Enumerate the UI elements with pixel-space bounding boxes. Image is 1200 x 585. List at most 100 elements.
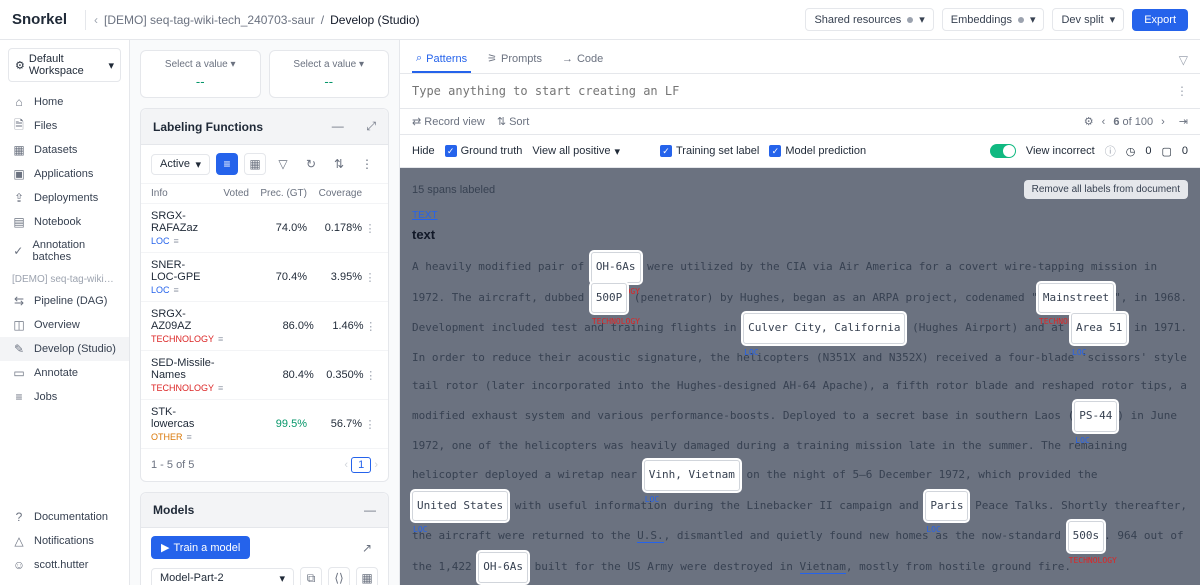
more-icon[interactable]: ⋮: [362, 271, 378, 284]
span-hughes-airport[interactable]: Hughes Airport: [919, 321, 1012, 335]
code-icon[interactable]: ⟨⟩: [328, 567, 350, 585]
nav-home[interactable]: ⌂Home: [0, 90, 129, 114]
span-ah64[interactable]: AH-64 Apache: [783, 379, 862, 393]
pager-next-icon[interactable]: ›: [1161, 116, 1165, 128]
text-link[interactable]: TEXT: [412, 210, 438, 221]
breadcrumb: ‹ [DEMO] seq-tag-wiki-tech_240703-saur /…: [94, 13, 420, 27]
nav-annotation-batches[interactable]: ✓Annotation batches: [0, 234, 129, 268]
view-incorrect-toggle[interactable]: [990, 144, 1016, 158]
span-ps44[interactable]: PS-44LOC: [1074, 401, 1117, 432]
search-icon: ⌕: [416, 52, 422, 65]
nav-applications[interactable]: ▣Applications: [0, 162, 129, 186]
back-icon[interactable]: ‹: [94, 13, 98, 27]
tab-patterns[interactable]: ⌕Patterns: [412, 46, 471, 73]
span-united-states[interactable]: United StatesLOC: [412, 491, 508, 522]
breadcrumb-project[interactable]: [DEMO] seq-tag-wiki-tech_240703-saur: [104, 13, 315, 27]
model-prediction-checkbox[interactable]: ✓Model prediction: [769, 145, 866, 157]
span-laos[interactable]: Laos: [1035, 409, 1062, 423]
span-us-abbr[interactable]: U.S.: [637, 529, 664, 543]
nav-files[interactable]: 🗎Files: [0, 114, 129, 138]
nav-datasets[interactable]: ▦Datasets: [0, 138, 129, 162]
embeddings-dropdown[interactable]: Embeddings▾: [942, 8, 1045, 31]
lf-input[interactable]: [412, 84, 1176, 98]
sort-toggle[interactable]: ⇅ Sort: [497, 115, 529, 128]
lf-row[interactable]: SRGX-AZ09AZTECHNOLOGY ≡86.0%1.46%⋮: [141, 302, 388, 351]
more-icon[interactable]: ⋮: [362, 222, 378, 235]
spans-labeled-count: 15 spans labeled: [412, 184, 495, 196]
value-selector-2[interactable]: Select a value ▾--: [269, 50, 390, 98]
nav-user[interactable]: ☺scott.hutter: [0, 553, 129, 577]
span-paris[interactable]: ParisLOC: [925, 491, 968, 522]
copy-icon[interactable]: ⧉: [300, 567, 322, 585]
settings-icon[interactable]: ⚙: [1084, 115, 1094, 128]
span-oh6as-2[interactable]: OH-6AsTECHNOLOGY: [478, 552, 528, 583]
span-vinh[interactable]: Vinh, VietnamLOC: [644, 460, 740, 491]
span-vietnam[interactable]: Vietnam: [800, 560, 846, 574]
collapse-icon[interactable]: —: [332, 119, 344, 134]
sort-icon[interactable]: ⇅: [328, 153, 350, 175]
filter-icon[interactable]: ▽: [272, 153, 294, 175]
span-culver-city[interactable]: Culver City, CaliforniaLOC: [743, 313, 905, 344]
more-icon[interactable]: ⋮: [1176, 84, 1188, 98]
span-mainstreet[interactable]: MainstreetTECHNOLOGY: [1038, 283, 1114, 314]
tab-code[interactable]: →Code: [558, 47, 607, 73]
filter-icon[interactable]: ▽: [1179, 53, 1188, 67]
nav-notebook[interactable]: ▤Notebook: [0, 210, 129, 234]
pager-prev-icon[interactable]: ‹: [344, 459, 348, 471]
more-icon[interactable]: ⋮: [362, 418, 378, 431]
nav-overview[interactable]: ◫Overview: [0, 313, 129, 337]
lf-panel-title: Labeling Functions: [153, 120, 332, 134]
export-button[interactable]: Export: [1132, 9, 1188, 31]
col-voted: Voted: [207, 188, 249, 199]
collapse-icon[interactable]: —: [364, 503, 376, 517]
pager-prev-icon[interactable]: ‹: [1102, 116, 1106, 128]
nav-notifications[interactable]: △Notifications: [0, 529, 129, 553]
span-500p[interactable]: 500PTECHNOLOGY: [591, 283, 628, 314]
shared-resources-dropdown[interactable]: Shared resources▾: [805, 8, 933, 31]
more-icon[interactable]: ⋮: [364, 369, 378, 382]
passage[interactable]: A heavily modified pair of OH-6AsTECHNOL…: [412, 252, 1188, 583]
lf-row[interactable]: SNER-LOC-GPELOC ≡70.4%3.95%⋮: [141, 253, 388, 302]
help-icon: ?: [12, 510, 26, 524]
workspace-selector[interactable]: ⚙ Default Workspace ▾: [8, 48, 121, 82]
train-model-button[interactable]: ▶ Train a model: [151, 536, 250, 559]
ground-truth-checkbox[interactable]: ✓Ground truth: [445, 145, 523, 157]
lf-page-number[interactable]: 1: [351, 457, 371, 473]
record-view-toggle[interactable]: ⇄ Record view: [412, 115, 485, 128]
span-oh6as[interactable]: OH-6AsTECHNOLOGY: [591, 252, 641, 283]
nav-develop[interactable]: ✎Develop (Studio): [0, 337, 129, 361]
lf-row[interactable]: SRGX-RAFAZazLOC ≡74.0%0.178%⋮: [141, 204, 388, 253]
info-icon[interactable]: ⓘ: [1105, 143, 1116, 159]
pager-next-icon[interactable]: ›: [374, 459, 378, 471]
tab-prompts[interactable]: ⚞Prompts: [483, 46, 546, 73]
labeling-functions-panel: Labeling Functions — ⤢ Active▾ ≡ ▦ ▽ ↻ ⇅…: [140, 108, 389, 482]
nav-jobs[interactable]: ≡Jobs: [0, 385, 129, 409]
nav-annotate[interactable]: ▭Annotate: [0, 361, 129, 385]
lf-row[interactable]: SED-Missile-NamesTECHNOLOGY ≡80.4%0.350%…: [141, 351, 388, 400]
nav-pipeline[interactable]: ⇆Pipeline (DAG): [0, 289, 129, 313]
nav-deployments[interactable]: ⇪Deployments: [0, 186, 129, 210]
col-cov: Coverage: [307, 188, 362, 199]
more-icon[interactable]: ⋮: [356, 153, 378, 175]
lf-row[interactable]: STK-lowercasOTHER ≡99.5%56.7%⋮: [141, 400, 388, 449]
view-mode-dropdown[interactable]: View all positive ▾: [532, 145, 620, 158]
view-grid-icon[interactable]: ▦: [244, 153, 266, 175]
split-dropdown[interactable]: Dev split▾: [1052, 8, 1124, 31]
more-icon[interactable]: ⋮: [364, 320, 378, 333]
refresh-icon[interactable]: ↻: [300, 153, 322, 175]
remove-labels-button[interactable]: Remove all labels from document: [1024, 180, 1188, 199]
model-select[interactable]: Model-Part-2 ▾: [151, 568, 294, 585]
external-icon[interactable]: ↗: [356, 537, 378, 559]
expand-icon[interactable]: ⤢: [366, 119, 376, 134]
home-icon: ⌂: [12, 95, 26, 109]
span-area-51[interactable]: Area 51LOC: [1071, 313, 1127, 344]
nav-documentation[interactable]: ?Documentation: [0, 505, 129, 529]
span-500s[interactable]: 500sTECHNOLOGY: [1068, 521, 1105, 552]
view-list-icon[interactable]: ≡: [216, 153, 238, 175]
topbar: Snorkel ‹ [DEMO] seq-tag-wiki-tech_24070…: [0, 0, 1200, 40]
value-selector-1[interactable]: Select a value ▾--: [140, 50, 261, 98]
expand-icon[interactable]: ⇥: [1179, 115, 1188, 128]
lf-filter-dropdown[interactable]: Active▾: [151, 154, 210, 175]
training-label-checkbox[interactable]: ✓Training set label: [660, 145, 759, 157]
grid-icon[interactable]: ▦: [356, 567, 378, 585]
